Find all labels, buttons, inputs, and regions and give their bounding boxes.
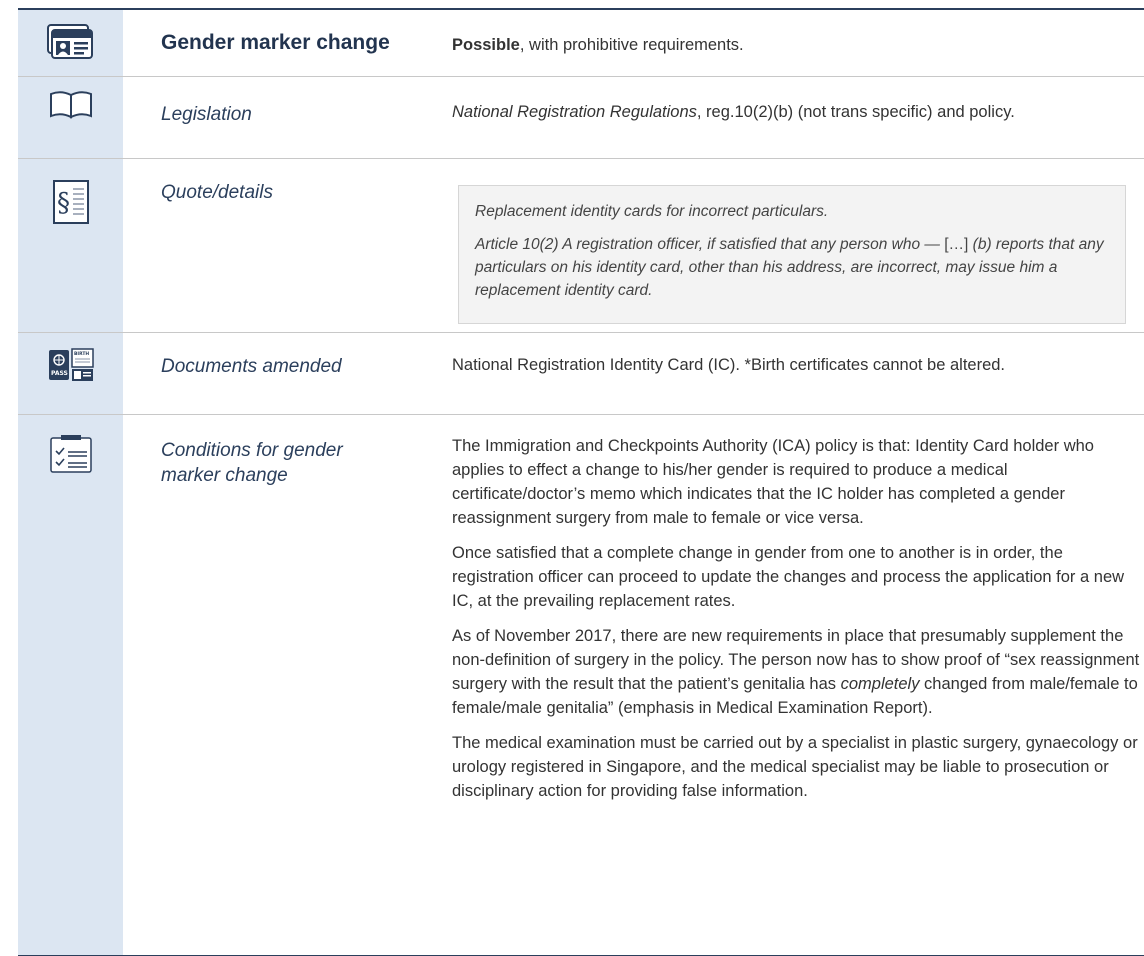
conditions-paragraph-1: The Immigration and Checkpoints Authorit… (452, 437, 1094, 527)
quote-article: Article 10(2) A registration officer, if… (475, 236, 1104, 299)
documents-text: National Registration Identity Card (IC)… (452, 356, 1006, 374)
checklist-icon (18, 434, 123, 474)
emphasis-completely: completely (840, 675, 920, 693)
id-card-icon (18, 24, 123, 62)
page-title: Gender marker change (161, 31, 390, 54)
gender-marker-page: Gender marker change Possible, with proh… (0, 0, 1144, 956)
conditions-text: The Immigration and Checkpoints Authorit… (452, 434, 1142, 814)
conditions-paragraph-4: The medical examination must be carried … (452, 734, 1138, 800)
documents-row: PASS BIRTH Documents amended National Re… (18, 332, 1144, 415)
conditions-paragraph-2: Once satisfied that a complete change in… (452, 544, 1125, 610)
status-value: Possible (452, 36, 520, 54)
conditions-label: Conditions for gender marker change (161, 440, 343, 486)
conditions-row: Conditions for gender marker change The … (18, 414, 1144, 955)
header-row: Gender marker change Possible, with proh… (18, 10, 1144, 77)
legislation-act: National Registration Regulations (452, 103, 697, 121)
quote-box: Replacement identity cards for incorrect… (458, 185, 1126, 324)
quote-heading: Replacement identity cards for incorrect… (475, 203, 829, 220)
conditions-paragraph-3: As of November 2017, there are new requi… (452, 627, 1140, 717)
legislation-label: Legislation (161, 104, 252, 125)
legislation-detail: , reg.10(2)(b) (not trans specific) and … (696, 103, 1015, 121)
svg-text:PASS: PASS (51, 370, 68, 377)
passport-birth-certificate-icon: PASS BIRTH (18, 348, 123, 382)
quote-label: Quote/details (161, 182, 273, 203)
status-summary: Possible, with prohibitive requirements. (452, 33, 1142, 57)
status-note: , with prohibitive requirements. (519, 36, 744, 54)
book-icon (18, 90, 123, 120)
documents-label: Documents amended (161, 356, 342, 377)
legislation-row: Legislation National Registration Regula… (18, 76, 1144, 159)
quote-row: § Quote/details Replacement identity car… (18, 158, 1144, 333)
legislation-text: National Registration Regulations, reg.1… (452, 100, 1142, 124)
svg-text:§: § (57, 188, 70, 218)
svg-text:BIRTH: BIRTH (74, 351, 89, 357)
section-sign-icon: § (18, 180, 123, 224)
